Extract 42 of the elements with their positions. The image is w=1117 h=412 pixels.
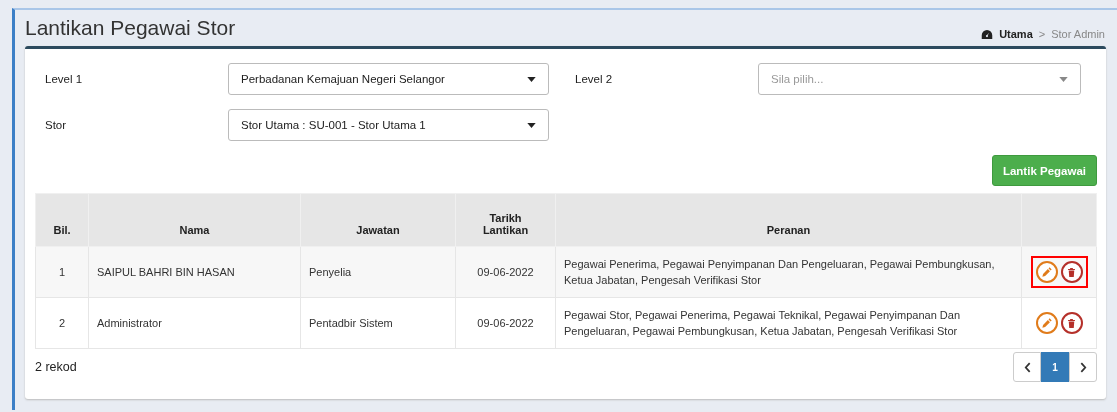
dashboard-icon (981, 28, 994, 40)
chevron-right-icon (1079, 361, 1087, 373)
caret-icon (1059, 76, 1068, 82)
edit-button[interactable] (1035, 312, 1058, 334)
table-cell: Pegawai Penerima, Pegawai Penyimpanan Dan Pengeluaran, Pegawai Pembungkusan, Ketua Jabatan, Pengesah Verifikasi Stor (555, 246, 1022, 298)
trash-icon (1066, 266, 1077, 278)
table-cell: Pentadbir Sistem (300, 297, 456, 349)
caret-icon (527, 122, 536, 128)
breadcrumb-separator: > (1038, 28, 1046, 40)
next-page-button[interactable] (1069, 352, 1097, 382)
table-cell: SAIPUL BAHRI BIN HASAN (88, 246, 301, 298)
table-cell: 2 (35, 297, 89, 349)
column-header: Nama (88, 193, 301, 247)
caret-icon (527, 76, 536, 82)
field-label: Stor (45, 119, 68, 131)
page-button[interactable]: 1 (1041, 352, 1069, 382)
page-title: Lantikan Pegawai Stor (25, 16, 236, 40)
breadcrumb-link[interactable]: Utama (999, 28, 1033, 40)
column-header: Tarikh Lantikan (455, 193, 556, 247)
select-field[interactable]: Perbadanan Kemajuan Negeri Selangor (228, 63, 549, 95)
column-header: Jawatan (300, 193, 456, 247)
delete-button[interactable] (1060, 312, 1083, 334)
edit-button[interactable] (1035, 261, 1058, 283)
table-cell: 09-06-2022 (455, 246, 556, 298)
pencil-icon (1041, 266, 1052, 278)
record-count: 2 rekod (35, 360, 77, 374)
delete-button[interactable] (1060, 261, 1083, 283)
field-label: Level 1 (45, 73, 84, 85)
field-label: Level 2 (575, 73, 614, 85)
previous-page-button[interactable] (1013, 352, 1041, 382)
table-cell: 09-06-2022 (455, 297, 556, 349)
table-cell: 1 (35, 246, 89, 298)
table-cell: Administrator (88, 297, 301, 349)
breadcrumb-current: Stor Admin (1051, 28, 1105, 40)
column-header: Peranan (555, 193, 1022, 247)
table-cell: Penyelia (300, 246, 456, 298)
trash-icon (1066, 317, 1077, 329)
chevron-left-icon (1023, 361, 1031, 373)
table-cell: Pegawai Stor, Pegawai Penerima, Pegawai Teknikal, Pegawai Penyimpanan Dan Pengeluaran, Pegawai Pembungkusan, Ketua Jabatan, Pengesah Verifikasi Stor (555, 297, 1022, 349)
pencil-icon (1041, 317, 1052, 329)
select-field[interactable]: Stor Utama : SU-001 - Stor Utama 1 (228, 109, 549, 141)
column-header: Bil. (35, 193, 89, 247)
